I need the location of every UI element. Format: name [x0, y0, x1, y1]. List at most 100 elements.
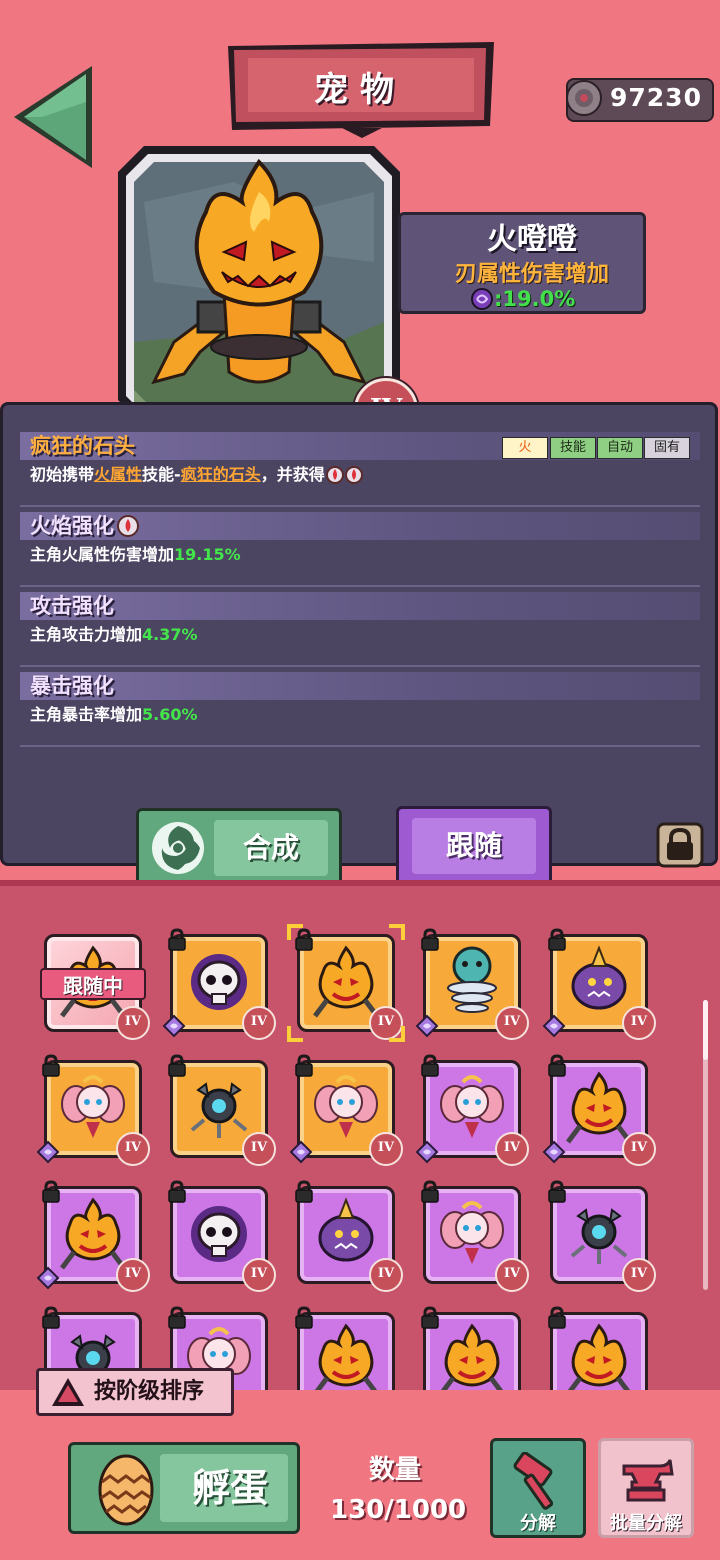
pet-drone-icon — [570, 1208, 628, 1264]
pet-card-grade: IV — [495, 1258, 529, 1292]
pet-card-grade: IV — [242, 1132, 276, 1166]
tag-skill: 技能 — [550, 437, 596, 459]
skill-header — [20, 592, 700, 620]
scrollbar-thumb[interactable] — [703, 1000, 708, 1060]
skill-title: 疯狂的石头 — [30, 434, 135, 458]
pet-drone-icon — [190, 1082, 248, 1138]
divider — [20, 505, 700, 507]
lock-icon — [168, 928, 186, 951]
currency-value: 97230 — [610, 83, 702, 112]
pet-card[interactable]: IV — [162, 928, 276, 1040]
back-button[interactable] — [8, 62, 96, 172]
pet-card-grade: IV — [369, 1258, 403, 1292]
skill-description: 主角暴击率增加5.60% — [30, 705, 198, 724]
skill-title: 火焰强化 — [30, 512, 140, 540]
gem-icon — [289, 1140, 313, 1164]
pet-card[interactable]: IV — [542, 1054, 656, 1166]
pet-card-grade: IV — [116, 1006, 150, 1040]
pet-fairy-icon — [440, 1075, 504, 1138]
selection-brackets — [287, 924, 405, 1042]
divider — [20, 585, 700, 587]
lock-icon — [42, 1306, 60, 1329]
page-title: 宠物 — [314, 70, 406, 110]
pet-card-grade: IV — [495, 1132, 529, 1166]
tag-innate: 固有 — [644, 437, 690, 459]
pet-card[interactable]: IV 跟随中 — [40, 930, 150, 1040]
triangle-sort-icon — [52, 1378, 84, 1406]
gear-coin-icon — [566, 80, 602, 116]
lock-icon — [548, 928, 566, 951]
skill-title: 暴击强化 — [30, 674, 114, 698]
gem-icon — [36, 1140, 60, 1164]
gem-icon — [542, 1014, 566, 1038]
pet-attribute: 刃属性伤害增加 — [454, 262, 609, 287]
fire-orb-icon — [117, 515, 139, 537]
pet-card[interactable]: IV — [36, 1180, 150, 1292]
following-badge: 跟随中 — [40, 968, 146, 1000]
inventory-label: 数量 — [368, 1455, 421, 1485]
sort-label: 按阶级排序 — [94, 1379, 205, 1404]
pet-ghost-icon — [571, 945, 627, 1010]
divider — [20, 665, 700, 667]
inventory-count: 130/1000 — [330, 1495, 467, 1525]
follow-label: 跟随 — [445, 829, 502, 862]
skill-title: 攻击强化 — [30, 594, 114, 618]
decompose-label: 分解 — [520, 1513, 556, 1534]
pet-card[interactable]: IV — [36, 1054, 150, 1166]
pet-card-grade: IV — [369, 1132, 403, 1166]
pet-fairy-icon — [314, 1075, 378, 1138]
pet-card-grade: IV — [622, 1132, 656, 1166]
pet-card[interactable]: IV — [166, 1054, 276, 1166]
lock-icon[interactable] — [656, 822, 704, 868]
pet-card-grade: IV — [116, 1132, 150, 1166]
swirl-icon — [471, 288, 493, 310]
lock-icon — [168, 1054, 186, 1077]
pet-pumpkin-icon — [566, 1071, 632, 1144]
pet-card[interactable]: IV — [415, 1054, 529, 1166]
pet-card[interactable]: IV — [546, 1180, 656, 1292]
gem-icon — [36, 1266, 60, 1290]
pet-pumpkin-icon — [566, 1323, 632, 1396]
batch-decompose-label: 批量分解 — [610, 1513, 682, 1534]
pet-card-grade: IV — [242, 1006, 276, 1040]
pet-card[interactable]: IV — [415, 928, 529, 1040]
pet-card-grade: IV — [116, 1258, 150, 1292]
lock-icon — [548, 1306, 566, 1329]
fire-orb-icons — [325, 466, 363, 484]
hammer-icon — [513, 1452, 554, 1510]
pet-card[interactable]: IV — [287, 924, 405, 1042]
pet-ghost-icon — [318, 1197, 374, 1262]
pet-card-grade: IV — [622, 1258, 656, 1292]
tag-fire: 火 — [502, 437, 548, 459]
anvil-icon — [622, 1459, 674, 1502]
hatch-label: 孵蛋 — [191, 1466, 268, 1510]
skill-description: 主角攻击力增加4.37% — [30, 625, 198, 644]
lock-icon — [548, 1054, 566, 1077]
lock-icon — [168, 1180, 186, 1203]
pet-card-grade: IV — [622, 1006, 656, 1040]
gem-icon — [415, 1014, 439, 1038]
pet-card[interactable]: IV — [289, 1054, 403, 1166]
lock-icon — [421, 1306, 439, 1329]
divider — [20, 745, 700, 747]
pet-card[interactable]: IV — [542, 928, 656, 1040]
gem-icon — [542, 1140, 566, 1164]
lock-icon — [168, 1306, 186, 1329]
pet-bonus: :19.0% — [470, 286, 610, 312]
pet-card-grade: IV — [495, 1006, 529, 1040]
synthesize-label: 合成 — [242, 831, 299, 864]
pet-card[interactable]: IV — [419, 1180, 529, 1292]
lock-icon — [421, 928, 439, 951]
skill-description: 初始携带 火属性 技能- 疯狂的石头 ，并获得 — [30, 462, 365, 488]
lock-icon — [42, 1054, 60, 1077]
skill-header — [20, 672, 700, 700]
lock-icon — [295, 1306, 313, 1329]
lock-icon — [548, 1180, 566, 1203]
pet-card[interactable]: IV — [293, 1180, 403, 1292]
gem-icon — [415, 1140, 439, 1164]
pet-pumpkin-icon — [313, 1323, 379, 1396]
lock-icon — [295, 1054, 313, 1077]
skill-description: 主角火属性伤害增加19.15% — [30, 545, 241, 564]
pet-card[interactable]: IV — [166, 1180, 276, 1292]
pet-skull-icon — [191, 1206, 247, 1262]
